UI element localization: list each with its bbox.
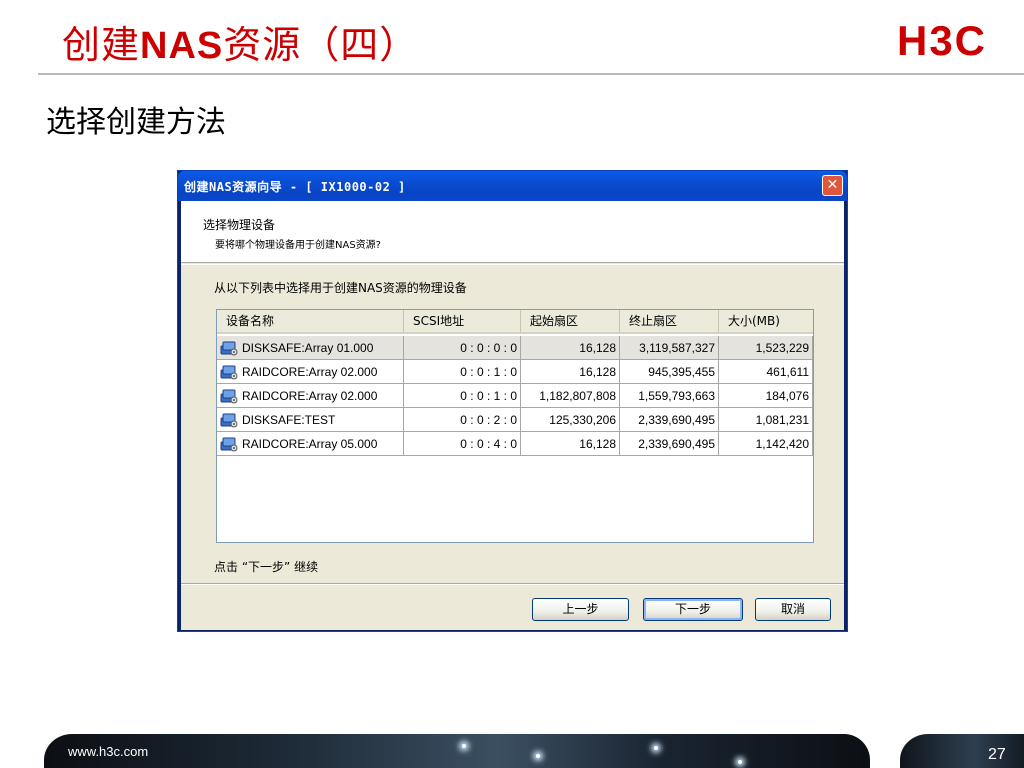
cell-device-name-text: DISKSAFE:Array 01.000 [242,341,374,355]
cell-scsi-address-text: 0 : 0 : 0 : 0 [460,341,517,355]
page-number: 27 [988,746,1006,763]
storage-device-icon [220,436,238,452]
slide-title-suffix: 资源（四） [223,23,419,67]
cell-size-text: 1,081,231 [755,413,809,427]
cell-scsi-address: 0 : 0 : 2 : 0 [404,408,521,432]
header-divider [181,264,844,265]
cell-scsi-address: 0 : 0 : 4 : 0 [404,432,521,456]
cell-end-sector-text: 3,119,587,327 [639,341,715,355]
cell-start-sector-text: 16,128 [579,341,616,355]
cell-size: 1,142,420 [719,432,813,456]
storage-device-icon [220,364,238,380]
nas-wizard-dialog: 创建NAS资源向导 - [ IX1000-02 ] ✕ 选择物理设备 要将哪个物… [177,170,848,632]
cell-device-name-text: RAIDCORE:Array 05.000 [242,437,378,451]
footer-glow [536,754,540,758]
next-button[interactable]: 下一步 [643,598,743,621]
cell-scsi-address-text: 0 : 0 : 1 : 0 [460,389,517,403]
dialog-body: 选择物理设备 要将哪个物理设备用于创建NAS资源? 从以下列表中选择用于创建NA… [181,201,844,630]
column-header-scsi-address[interactable]: SCSI地址 [404,310,521,333]
cell-size: 461,611 [719,360,813,384]
cell-end-sector: 2,339,690,495 [620,432,719,456]
cell-start-sector: 16,128 [521,360,620,384]
cell-end-sector: 3,119,587,327 [620,336,719,360]
wizard-header-panel: 选择物理设备 要将哪个物理设备用于创建NAS资源? [181,201,844,263]
slide-title-prefix: 创建 [62,23,141,67]
cell-scsi-address-text: 0 : 0 : 1 : 0 [460,365,517,379]
device-list-caption: 从以下列表中选择用于创建NAS资源的物理设备 [214,281,467,295]
table-row[interactable]: RAIDCORE:Array 02.000 0 : 0 : 1 : 0 16,128… [217,360,813,384]
cell-device-name-text: RAIDCORE:Array 02.000 [242,365,378,379]
wizard-step-subtitle: 要将哪个物理设备用于创建NAS资源? [215,240,381,251]
cell-device-name: RAIDCORE:Array 05.000 [217,432,404,456]
column-header-device-name[interactable]: 设备名称 [217,310,404,333]
cell-size-text: 1,523,229 [755,341,809,355]
cell-start-sector-text: 1,182,807,808 [539,389,616,403]
cell-end-sector-text: 945,395,455 [648,365,715,379]
dialog-titlebar[interactable]: 创建NAS资源向导 - [ IX1000-02 ] ✕ [178,171,847,201]
storage-device-icon [220,412,238,428]
slide-subtitle: 选择创建方法 [46,105,226,140]
cell-device-name-text: RAIDCORE:Array 02.000 [242,389,378,403]
footer-bar [44,734,870,768]
cancel-button[interactable]: 取消 [755,598,831,621]
table-row[interactable]: RAIDCORE:Array 05.000 0 : 0 : 4 : 0 16,128… [217,432,813,456]
cell-end-sector: 945,395,455 [620,360,719,384]
cell-end-sector: 2,339,690,495 [620,408,719,432]
column-header-size[interactable]: 大小(MB) [719,310,813,333]
cell-start-sector: 125,330,206 [521,408,620,432]
storage-device-icon [220,340,238,356]
cell-scsi-address: 0 : 0 : 1 : 0 [404,384,521,408]
h3c-logo-text: H3C [897,17,987,62]
cell-start-sector-text: 16,128 [579,365,616,379]
table-row[interactable]: DISKSAFE:TEST 0 : 0 : 2 : 0 125,330,206 2,3… [217,408,813,432]
cell-start-sector: 1,182,807,808 [521,384,620,408]
footer-glow [462,744,466,748]
cell-device-name: RAIDCORE:Array 02.000 [217,384,404,408]
button-divider-highlight [181,584,844,585]
footer-glow [738,760,742,764]
cell-device-name: DISKSAFE:Array 01.000 [217,336,404,360]
table-row[interactable]: RAIDCORE:Array 02.000 0 : 0 : 1 : 0 1,182,… [217,384,813,408]
table-header: 设备名称 SCSI地址 起始扇区 终止扇区 大小(MB) [217,310,813,334]
slide-title: 创建NAS资源（四） [62,14,418,69]
cell-end-sector-text: 2,339,690,495 [638,413,715,427]
footer-glow [654,746,658,750]
device-table[interactable]: 设备名称 SCSI地址 起始扇区 终止扇区 大小(MB) DISKSAFE:Ar… [216,309,814,543]
close-icon: ✕ [826,177,839,193]
cell-scsi-address: 0 : 0 : 0 : 0 [404,336,521,360]
title-divider [38,73,1024,75]
cell-scsi-address-text: 0 : 0 : 2 : 0 [460,413,517,427]
cell-size-text: 461,611 [766,365,810,379]
h3c-logo: H3C [897,17,987,62]
cell-start-sector: 16,128 [521,336,620,360]
cell-device-name: DISKSAFE:TEST [217,408,404,432]
cell-size-text: 184,076 [765,389,809,403]
table-row[interactable]: DISKSAFE:Array 01.000 0 : 0 : 0 : 0 16,128… [217,336,813,360]
cell-end-sector-text: 2,339,690,495 [638,437,715,451]
back-button[interactable]: 上一步 [532,598,629,621]
cell-size-text: 1,142,420 [755,437,809,451]
cell-scsi-address-text: 0 : 0 : 4 : 0 [460,437,517,451]
cell-size: 184,076 [719,384,813,408]
cell-start-sector: 16,128 [521,432,620,456]
continue-hint: 点击 “下一步” 继续 [214,560,319,574]
column-header-end-sector[interactable]: 终止扇区 [620,310,719,333]
dialog-title: 创建NAS资源向导 - [ IX1000-02 ] [184,180,406,194]
cell-start-sector-text: 125,330,206 [549,413,616,427]
cell-device-name: RAIDCORE:Array 02.000 [217,360,404,384]
column-header-start-sector[interactable]: 起始扇区 [521,310,620,333]
cell-start-sector-text: 16,128 [579,437,616,451]
cell-size: 1,523,229 [719,336,813,360]
footer-url[interactable]: www.h3c.com [68,744,148,759]
cell-size: 1,081,231 [719,408,813,432]
slide-title-bold: NAS [140,25,224,67]
cell-scsi-address: 0 : 0 : 1 : 0 [404,360,521,384]
wizard-step-title: 选择物理设备 [203,218,276,232]
cell-device-name-text: DISKSAFE:TEST [242,413,336,427]
cell-end-sector: 1,559,793,663 [620,384,719,408]
cell-end-sector-text: 1,559,793,663 [638,389,715,403]
storage-device-icon [220,388,238,404]
close-button[interactable]: ✕ [822,175,843,196]
